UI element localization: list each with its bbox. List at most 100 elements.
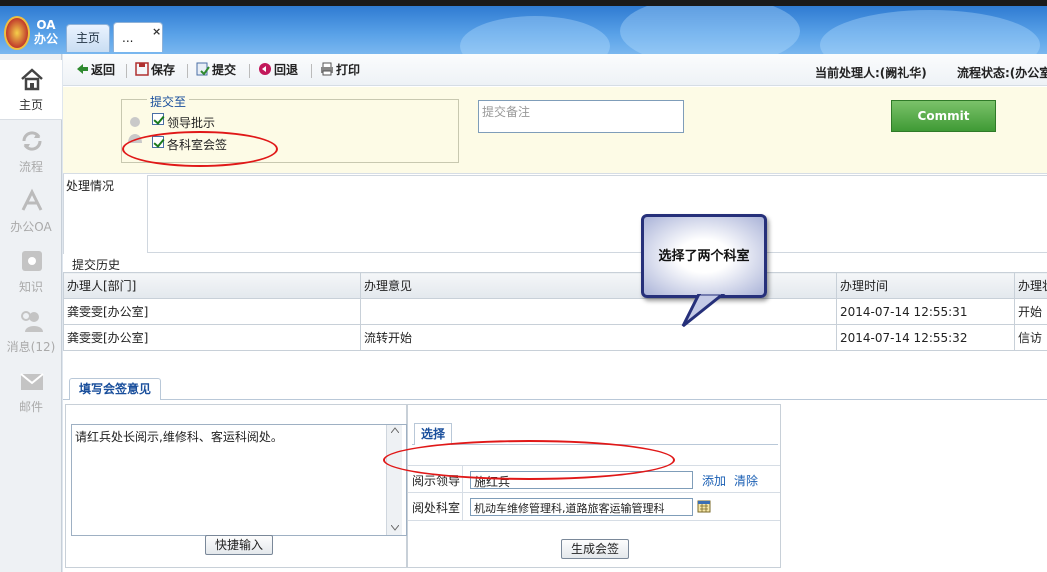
logo-text-line2: 办公 (33, 32, 58, 46)
back-button[interactable]: 返回 (75, 62, 115, 80)
current-handler: 当前处理人:(阙礼华) (815, 66, 927, 80)
countersign-tabbar: 填写会签意见 (63, 372, 1047, 400)
tab-home[interactable]: 主页 (66, 24, 110, 52)
chevron-up-icon[interactable] (391, 427, 399, 433)
table-cell: 2014-07-14 12:55:31 (836, 298, 1015, 325)
cloud-decoration (460, 16, 610, 54)
toolbar-divider (187, 64, 188, 78)
generate-countersign-button[interactable]: 生成会签 (561, 539, 629, 559)
toolbar-divider (311, 64, 312, 78)
column-header: 办理时间 (836, 272, 1015, 299)
leader-approval-checkbox[interactable] (152, 113, 164, 125)
cloud-decoration (820, 10, 1040, 54)
toolbar-divider (126, 64, 127, 78)
back-label: 返回 (91, 63, 116, 77)
logo-text-line1: OA (36, 18, 56, 32)
opinion-textarea[interactable]: 请红兵处长阅示,维修科、客运科阅处。 (71, 424, 407, 536)
callout-text: 选择了两个科室 (658, 249, 750, 264)
table-cell: 开始 (1014, 298, 1047, 325)
commit-button[interactable]: Commit (891, 100, 996, 132)
main-content: 返回 保存 提交 回退 打印 当前处理人:(阙礼华) 流程状态:(办公室 提交至… (63, 54, 1047, 572)
history-table: 办理人[部门] 办理意见 办理时间 办理状 龚雯雯[办公室] 2014-07-1… (63, 272, 1047, 351)
sidebar-item-mail[interactable]: 邮件 (0, 362, 62, 422)
department-input[interactable]: 机动车维修管理科,道路旅客运输管理科 (470, 498, 693, 516)
tab-current-label: ... (122, 31, 134, 45)
processing-label: 处理情况 (66, 179, 115, 193)
knowledge-icon (22, 251, 42, 271)
empty-area (781, 404, 1047, 568)
leader-approval-label: 领导批示 (167, 116, 216, 130)
print-button[interactable]: 打印 (320, 62, 360, 80)
save-button[interactable]: 保存 (135, 62, 175, 80)
section-divider (63, 174, 64, 254)
sidebar: 主页 流程 办公OA 知识 消息(12) 邮件 (0, 54, 62, 572)
toolbar-divider (249, 64, 250, 78)
table-row: 龚雯雯[办公室] 2014-07-14 12:55:31 开始 (63, 298, 1047, 325)
rollback-button[interactable]: 回退 (258, 62, 298, 80)
submit-label: 提交 (212, 63, 237, 77)
home-icon (21, 68, 43, 91)
sidebar-item-office[interactable]: 办公OA (0, 182, 62, 242)
row-divider (462, 493, 463, 520)
rollback-icon (259, 63, 271, 75)
processing-textarea[interactable] (147, 175, 1047, 253)
sidebar-item-knowledge[interactable]: 知识 (0, 242, 62, 302)
history-label: 提交历史 (72, 258, 121, 272)
submit-to-legend: 提交至 (147, 93, 190, 110)
table-cell: 龚雯雯[办公室] (63, 298, 361, 325)
column-header: 办理状 (1014, 272, 1047, 299)
opinion-scrollbar[interactable] (386, 425, 402, 535)
submit-icon (196, 62, 210, 76)
submit-button[interactable]: 提交 (196, 62, 236, 80)
logo-text: OA 办公 (32, 18, 60, 46)
flow-status: 流程状态:(办公室 (957, 66, 1047, 80)
table-cell: 流转开始 (360, 324, 837, 351)
clear-leader-link[interactable]: 清除 (734, 472, 758, 489)
save-icon (135, 62, 149, 76)
sidebar-item-workflow[interactable]: 流程 (0, 122, 62, 182)
department-label: 阅处科室 (412, 501, 461, 515)
quick-input-button[interactable]: 快捷输入 (205, 535, 273, 555)
callout-tail (681, 294, 726, 328)
add-leader-link[interactable]: 添加 (702, 472, 726, 489)
sidebar-item-label: 主页 (18, 98, 43, 112)
mail-icon (20, 373, 44, 390)
sidebar-item-label: 办公OA (10, 220, 52, 234)
column-header: 办理人[部门] (63, 272, 361, 299)
logo-emblem-icon (4, 16, 30, 50)
sidebar-item-label: 消息(12) (6, 340, 56, 354)
cloud-decoration (620, 6, 800, 54)
sidebar-item-label: 邮件 (18, 400, 43, 414)
sidebar-item-label: 知识 (18, 280, 43, 294)
header-banner: OA 办公 主页 ... × (0, 6, 1047, 54)
save-label: 保存 (151, 63, 176, 77)
history-header-row: 办理人[部门] 办理意见 办理时间 办理状 (63, 272, 1047, 299)
highlight-annotation (383, 440, 675, 480)
sidebar-item-label: 流程 (18, 160, 43, 174)
table-cell: 2014-07-14 12:55:32 (836, 324, 1015, 351)
callout-annotation: 选择了两个科室 (641, 214, 767, 298)
close-icon[interactable]: × (152, 25, 161, 38)
table-cell (360, 298, 837, 325)
tab-current[interactable]: ... × (113, 22, 163, 52)
processing-section: 处理情况 (63, 173, 1047, 254)
sidebar-item-messages[interactable]: 消息(12) (0, 302, 62, 362)
tab-fill-countersign[interactable]: 填写会签意见 (69, 378, 161, 400)
table-cell: 信访 (1014, 324, 1047, 351)
message-icon (21, 311, 43, 332)
highlight-annotation (122, 131, 278, 167)
submit-remark-input[interactable]: 提交备注 (478, 100, 684, 133)
chevron-down-icon[interactable] (391, 525, 399, 531)
select-panel: 选择 阅示领导 施红兵 添加 清除 阅处科室 机动车维修管理科,道路旅客运输管理… (407, 404, 781, 568)
sidebar-item-home[interactable]: 主页 (0, 60, 62, 120)
department-row: 阅处科室 机动车维修管理科,道路旅客运输管理科 (408, 493, 780, 521)
table-cell: 龚雯雯[办公室] (63, 324, 361, 351)
opinion-panel: 请红兵处长阅示,维修科、客运科阅处。 快捷输入 (65, 404, 407, 568)
workflow-icon (22, 131, 42, 151)
toolbar: 返回 保存 提交 回退 打印 当前处理人:(阙礼华) 流程状态:(办公室 (63, 54, 1047, 86)
table-row: 龚雯雯[办公室] 流转开始 2014-07-14 12:55:32 信访 (63, 324, 1047, 351)
printer-icon (321, 62, 333, 76)
tab-select[interactable]: 选择 (414, 423, 452, 445)
calendar-picker-icon[interactable] (697, 499, 711, 513)
back-icon (77, 64, 88, 74)
